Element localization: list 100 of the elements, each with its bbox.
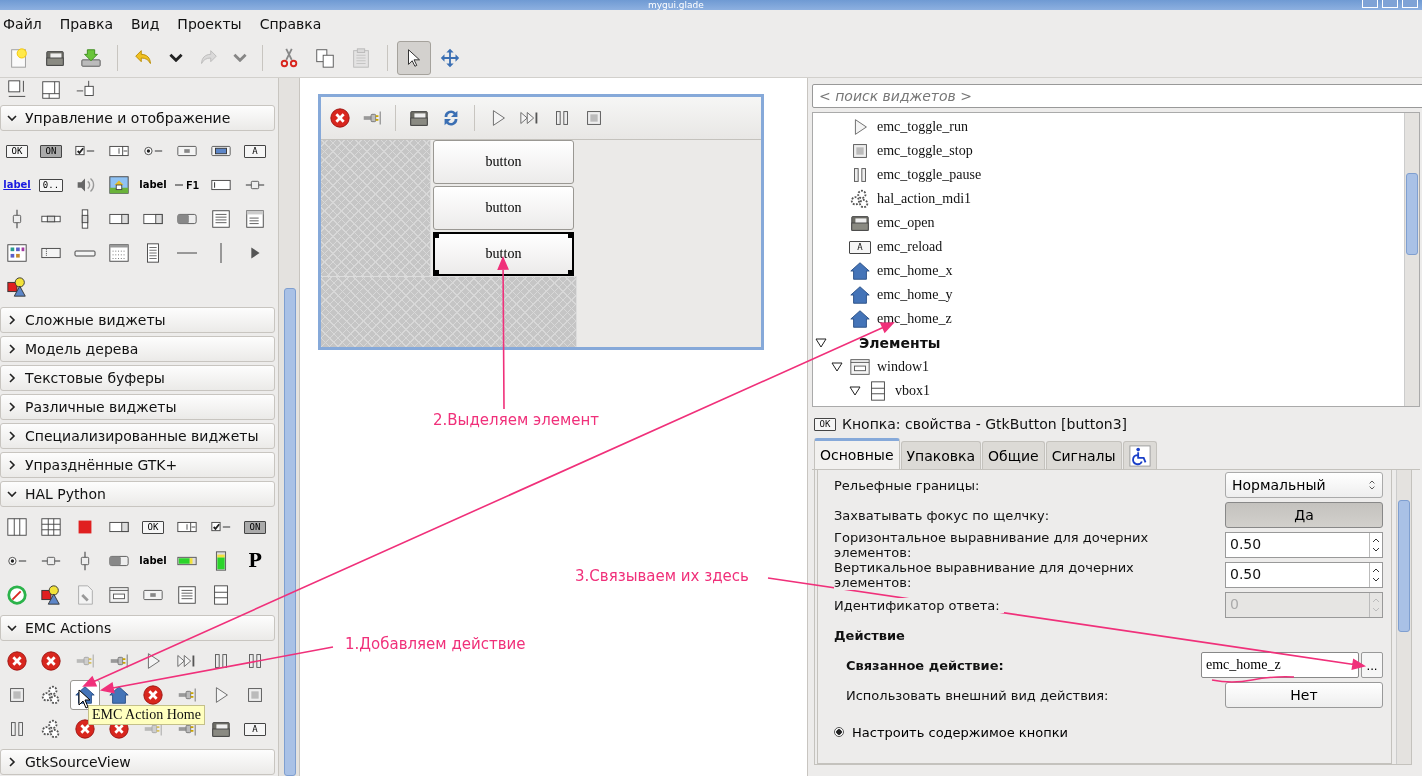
browse-button[interactable]: ... [1361, 652, 1383, 678]
palette-item[interactable]: ON [36, 136, 66, 166]
palette-group-header[interactable]: Модель дерева [0, 336, 275, 362]
window-title: mygui.glade [648, 0, 704, 10]
palette-item[interactable]: label [138, 546, 168, 576]
gears-icon [40, 718, 62, 740]
button-widget[interactable]: button [433, 232, 574, 276]
palette-group-header[interactable]: Специализированные виджеты [0, 423, 275, 449]
tree-item[interactable]: A emc_reload [813, 235, 1404, 259]
horizontal-line-icon [176, 252, 198, 254]
new-file-icon [8, 46, 30, 69]
tab[interactable]: Упаковка [900, 441, 982, 469]
tab[interactable]: Общие [982, 441, 1045, 469]
updown-icon [1372, 538, 1380, 552]
palette-item[interactable]: label [138, 170, 168, 200]
annotation-text: 2.Выделяем элемент [433, 411, 600, 429]
vertical-line-icon [220, 242, 222, 264]
tab[interactable]: Основные [814, 438, 900, 469]
section-heading: Действие [834, 627, 905, 643]
palette-group-header[interactable]: Управление и отображение [0, 105, 275, 131]
scrollbar[interactable] [279, 78, 300, 776]
palette-item[interactable]: label [2, 170, 32, 200]
tree-item[interactable]: vbox1 [813, 379, 1404, 403]
window-icon [849, 356, 871, 378]
button-widget-icon: A [849, 240, 871, 254]
tree-item[interactable]: emc_home_x [813, 259, 1404, 283]
palette-item[interactable]: OK [2, 136, 32, 166]
move-icon [439, 46, 461, 69]
tooltip: EMC Action Home [88, 705, 205, 725]
scrollbar[interactable] [1404, 113, 1419, 406]
palette-group-header[interactable]: EMC Actions [0, 615, 275, 641]
palette-group-header[interactable]: Сложные виджеты [0, 307, 275, 333]
palette-group-header[interactable]: Текстовые буферы [0, 365, 275, 391]
spin-field[interactable]: 0.50 [1225, 532, 1383, 558]
toggle-widget-icon: ON [244, 520, 266, 534]
property-label: Идентификатор ответа: [834, 597, 1004, 613]
menu-item[interactable]: Вид [130, 16, 160, 32]
updown-icon [1368, 479, 1376, 491]
minimize-button[interactable] [1362, 0, 1378, 8]
tree-item[interactable]: hal_action_mdi1 [813, 187, 1404, 211]
columns-icon [6, 516, 28, 538]
dropdown[interactable]: Нормальный [1225, 472, 1383, 498]
search-field[interactable]: < поиск виджетов > [812, 84, 1422, 108]
label-icon: label [139, 556, 167, 566]
palette-group-header[interactable]: Упразднённые GTK+ [0, 452, 275, 478]
updown-icon [1372, 568, 1380, 582]
tab[interactable]: Сигналы [1045, 441, 1122, 469]
cross-circle-icon [6, 650, 28, 672]
person-icon [1128, 444, 1151, 467]
menu-item[interactable]: Справка [259, 16, 322, 32]
toggle-button[interactable]: Нет [1225, 682, 1383, 708]
menu-item[interactable]: Файл [3, 16, 42, 32]
updown-icon [1372, 598, 1380, 612]
action-field[interactable]: emc_home_z [1201, 652, 1359, 678]
palette-item[interactable]: OK [138, 512, 168, 542]
palette-item[interactable]: A [240, 714, 270, 744]
tree-item[interactable]: emc_home_z [813, 307, 1404, 331]
group-title: GtkSourceView [25, 754, 131, 770]
group-title: Модель дерева [25, 341, 139, 357]
button-widget-icon: OK [142, 520, 164, 534]
tree-item[interactable]: emc_toggle_run [813, 115, 1404, 139]
spin-field[interactable]: 0.50 [1225, 562, 1383, 588]
tree-item[interactable]: emc_toggle_pause [813, 163, 1404, 187]
button-widget[interactable]: button [433, 140, 574, 184]
tree-item[interactable]: Элементы [813, 331, 1404, 355]
annotation-text: 3.Связываем их здесь [575, 567, 749, 585]
house-icon [849, 308, 871, 330]
caret-icon [233, 53, 247, 62]
menu-item[interactable]: Правка [59, 16, 113, 32]
table-icon [244, 208, 266, 230]
palette-item[interactable]: F1 [172, 170, 202, 200]
tree-item[interactable]: window1 [813, 355, 1404, 379]
scale-button-icon: 0.. [38, 178, 64, 192]
cross-circle-icon [40, 650, 62, 672]
close-button[interactable] [1402, 0, 1418, 8]
annotation-text: 1.Добавляем действие [345, 635, 526, 653]
button-widget-icon: A [244, 722, 266, 736]
palette-item[interactable]: ON [240, 512, 270, 542]
bar-icon [74, 249, 96, 257]
palette-item[interactable]: P [240, 546, 270, 576]
tab[interactable] [1122, 441, 1157, 469]
radio-button[interactable]: Настроить содержимое кнопки [834, 724, 1068, 740]
button-widget[interactable]: button [433, 186, 574, 230]
toggle-widget-icon: ON [40, 144, 62, 158]
toggle-button[interactable]: Да [1225, 502, 1383, 528]
tree-item[interactable]: emc_home_y [813, 283, 1404, 307]
logo-icon: P [248, 552, 262, 570]
gears-icon [849, 188, 871, 210]
group-title: Сложные виджеты [25, 312, 166, 328]
palette-group-header[interactable]: Различные виджеты [0, 394, 275, 420]
scrollbar[interactable] [1396, 470, 1411, 764]
palette-group-header[interactable]: GtkSourceView [0, 749, 275, 775]
palette-item[interactable]: 0.. [36, 170, 66, 200]
maximize-button[interactable] [1382, 0, 1398, 8]
menu-item[interactable]: Проекты [177, 16, 242, 32]
palette-item[interactable]: A [240, 136, 270, 166]
toolbar-button[interactable] [397, 40, 431, 75]
tree-item[interactable]: emc_open [813, 211, 1404, 235]
palette-group-header[interactable]: HAL Python [0, 481, 275, 507]
tree-item[interactable]: emc_toggle_stop [813, 139, 1404, 163]
